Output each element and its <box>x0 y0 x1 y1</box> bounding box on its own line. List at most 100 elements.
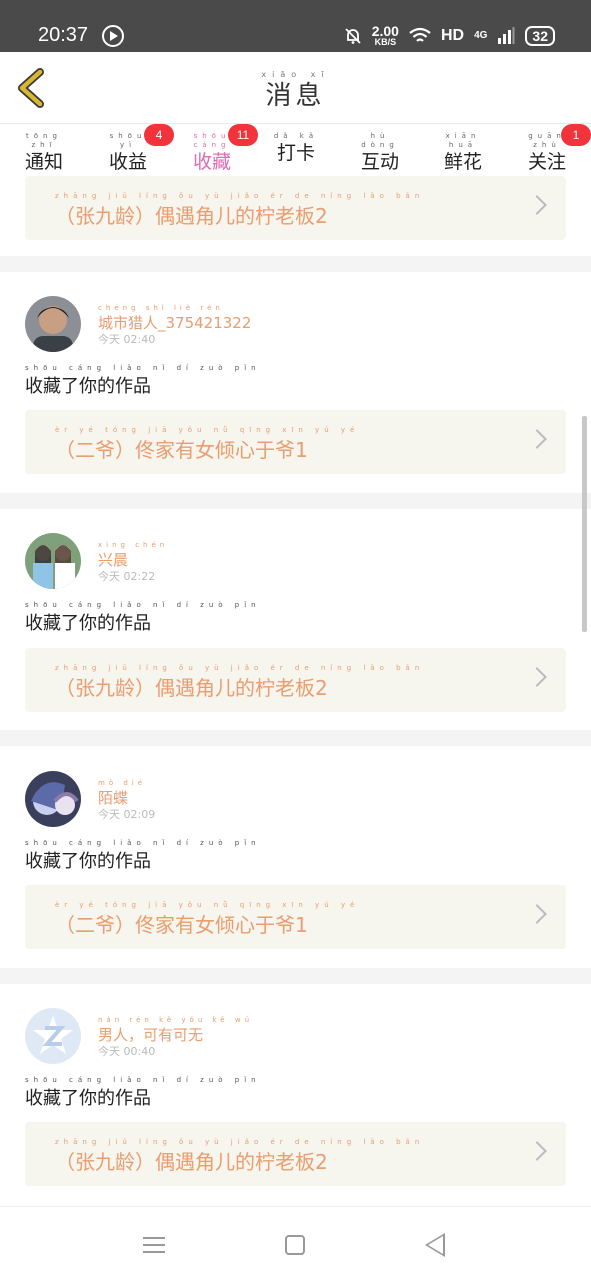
username-pinyin: xìng chén <box>98 541 169 549</box>
section-divider <box>0 493 591 509</box>
work-card[interactable]: èr yé tóng jiā yǒu nǚ qīng xīn yú yé （二爷… <box>25 410 566 474</box>
section-divider <box>0 730 591 746</box>
tab-pinyin: dǎ kǎ <box>273 132 319 140</box>
message-day: 今天 <box>98 808 120 821</box>
avatar[interactable] <box>25 1008 81 1064</box>
tab-label: 收益 <box>108 151 147 173</box>
action-text: 收藏了你的作品 <box>25 1088 151 1109</box>
message-time: 今天 02:09 <box>98 806 155 822</box>
tab-label: 关注 <box>527 151 566 173</box>
avatar[interactable] <box>25 771 81 827</box>
message-list[interactable]: zhāng jiǔ líng ǒu yù jiǎo ér de níng lǎo… <box>0 176 591 1206</box>
message-time: 今天 02:40 <box>98 331 155 347</box>
work-card[interactable]: zhāng jiǔ líng ǒu yù jiǎo ér de níng lǎo… <box>25 176 566 240</box>
triangle-back-icon[interactable] <box>425 1233 445 1257</box>
username-wrap[interactable]: nán rén kě yǒu kě wú 男人，可有可无 <box>98 1016 253 1045</box>
action-wrap: shōu cáng liǎo nǐ dí zuò pǐn 收藏了你的作品 <box>25 364 261 398</box>
tab-label: 打卡 <box>276 142 315 164</box>
scrollbar[interactable] <box>582 416 587 632</box>
action-pinyin: shōu cáng liǎo nǐ dí zuò pǐn <box>25 1076 261 1084</box>
message-clock: 02:22 <box>123 570 156 583</box>
avatar[interactable] <box>25 296 81 352</box>
username-pinyin: nán rén kě yǒu kě wú <box>98 1016 254 1024</box>
work-card[interactable]: zhāng jiǔ líng ǒu yù jiǎo ér de níng lǎo… <box>25 648 566 712</box>
work-card[interactable]: èr yé tóng jiā yǒu nǚ qīng xīn yú yé （二爷… <box>25 885 566 949</box>
battery-indicator: 32 <box>525 25 555 46</box>
mute-bell-icon <box>345 27 361 44</box>
username-wrap[interactable]: mò dié 陌蝶 <box>98 779 146 808</box>
page-title-pinyin: xiāo xī <box>261 70 330 79</box>
work-title-wrap: èr yé tóng jiā yǒu nǚ qīng xīn yú yé （二爷… <box>55 901 359 938</box>
avatar[interactable] <box>25 533 81 589</box>
action-text: 收藏了你的作品 <box>25 851 151 872</box>
chevron-right-icon <box>527 904 547 924</box>
status-time: 20:37 <box>38 24 89 46</box>
tab-notifications[interactable]: tōng zhī 通知 <box>14 132 74 174</box>
tab-interaction[interactable]: hù dòng 互动 <box>350 132 410 174</box>
tab-favorites[interactable]: shōu cáng 收藏 11 <box>182 124 258 186</box>
message-time: 今天 00:40 <box>98 1043 155 1059</box>
net-speed-unit: KB/S <box>374 37 397 47</box>
page-title-wrap: xiāo xī 消息 <box>0 70 591 112</box>
action-wrap: shōu cáng liǎo nǐ dí zuò pǐn 收藏了你的作品 <box>25 1076 261 1110</box>
username-pinyin: mò dié <box>98 779 147 787</box>
username: 兴晨 <box>98 551 129 569</box>
work-title: （二爷）佟家有女倾心于爷1 <box>55 913 308 937</box>
message-clock: 00:40 <box>123 1045 156 1058</box>
action-wrap: shōu cáng liǎo nǐ dí zuò pǐn 收藏了你的作品 <box>25 839 261 873</box>
chevron-right-icon <box>527 667 547 687</box>
action-pinyin: shōu cáng liǎo nǐ dí zuò pǐn <box>25 839 261 847</box>
app-header: xiāo xī 消息 <box>0 52 591 124</box>
tab-favorites-badge: 11 <box>228 124 258 146</box>
tab-pinyin: tōng zhī <box>26 132 62 149</box>
section-divider <box>0 256 591 272</box>
page-title: 消息 <box>265 81 326 111</box>
username-pinyin: chéng shì liè rén <box>98 304 224 312</box>
signal-icon <box>498 26 515 44</box>
message-time: 今天 02:22 <box>98 568 155 584</box>
action-wrap: shōu cáng liǎo nǐ dí zuò pǐn 收藏了你的作品 <box>25 601 261 635</box>
tab-earnings[interactable]: shōu yì 收益 4 <box>98 124 174 174</box>
work-title-wrap: zhāng jiǔ líng ǒu yù jiǎo ér de níng lǎo… <box>55 192 424 229</box>
home-square-icon[interactable] <box>285 1235 305 1255</box>
tab-earnings-badge: 4 <box>144 124 174 146</box>
work-title-pinyin: èr yé tóng jiā yǒu nǚ qīng xīn yú yé <box>55 426 360 434</box>
work-title-pinyin: zhāng jiǔ líng ǒu yù jiǎo ér de níng lǎo… <box>55 192 425 200</box>
work-title: （张九龄）偶遇角儿的柠老板2 <box>55 676 328 700</box>
tab-flowers[interactable]: xiān huā 鲜花 <box>433 132 493 174</box>
tab-label: 互动 <box>360 151 399 173</box>
tab-pinyin: xiān huā <box>445 132 481 149</box>
net-speed-value: 2.00 <box>371 23 399 39</box>
username-wrap[interactable]: chéng shì liè rén 城市猎人_375421322 <box>98 304 251 333</box>
action-text: 收藏了你的作品 <box>25 376 151 397</box>
status-icons: 2.00 KB/S HD 4G 32 <box>344 24 555 47</box>
menu-icon[interactable] <box>143 1237 165 1253</box>
tab-pinyin: hù dòng <box>361 132 399 149</box>
work-card[interactable]: zhāng jiǔ líng ǒu yù jiǎo ér de níng lǎo… <box>25 1122 566 1186</box>
tab-follow-badge: 1 <box>561 124 591 146</box>
message-clock: 02:40 <box>123 333 156 346</box>
chevron-right-icon <box>527 1141 547 1161</box>
message-day: 今天 <box>98 1045 120 1058</box>
work-title: （二爷）佟家有女倾心于爷1 <box>55 438 308 462</box>
username: 城市猎人_375421322 <box>98 314 252 332</box>
action-text: 收藏了你的作品 <box>25 613 151 634</box>
tab-follow[interactable]: guān zhù 关注 1 <box>517 124 591 174</box>
work-title: （张九龄）偶遇角儿的柠老板2 <box>55 204 328 228</box>
username: 男人，可有可无 <box>98 1026 204 1044</box>
hd-indicator: HD <box>440 26 465 44</box>
tab-checkin[interactable]: dǎ kǎ 打卡 <box>266 132 326 165</box>
username-wrap[interactable]: xìng chén 兴晨 <box>98 541 168 570</box>
action-pinyin: shōu cáng liǎo nǐ dí zuò pǐn <box>25 601 261 609</box>
tab-bar: tōng zhī 通知 shōu yì 收益 4 shōu cáng 收藏 11… <box>0 124 591 186</box>
system-nav-bar <box>0 1206 591 1280</box>
net-speed: 2.00 KB/S <box>372 24 399 47</box>
message-day: 今天 <box>98 570 120 583</box>
work-title-wrap: zhāng jiǔ líng ǒu yù jiǎo ér de níng lǎo… <box>55 1138 424 1175</box>
work-title: （张九龄）偶遇角儿的柠老板2 <box>55 1150 328 1174</box>
chevron-right-icon <box>527 429 547 449</box>
network-type: 4G <box>474 30 488 41</box>
work-title-pinyin: zhāng jiǔ líng ǒu yù jiǎo ér de níng lǎo… <box>55 1138 425 1146</box>
media-play-icon <box>102 25 124 47</box>
status-bar: 20:37 2.00 KB/S HD 4G 32 <box>0 0 591 52</box>
